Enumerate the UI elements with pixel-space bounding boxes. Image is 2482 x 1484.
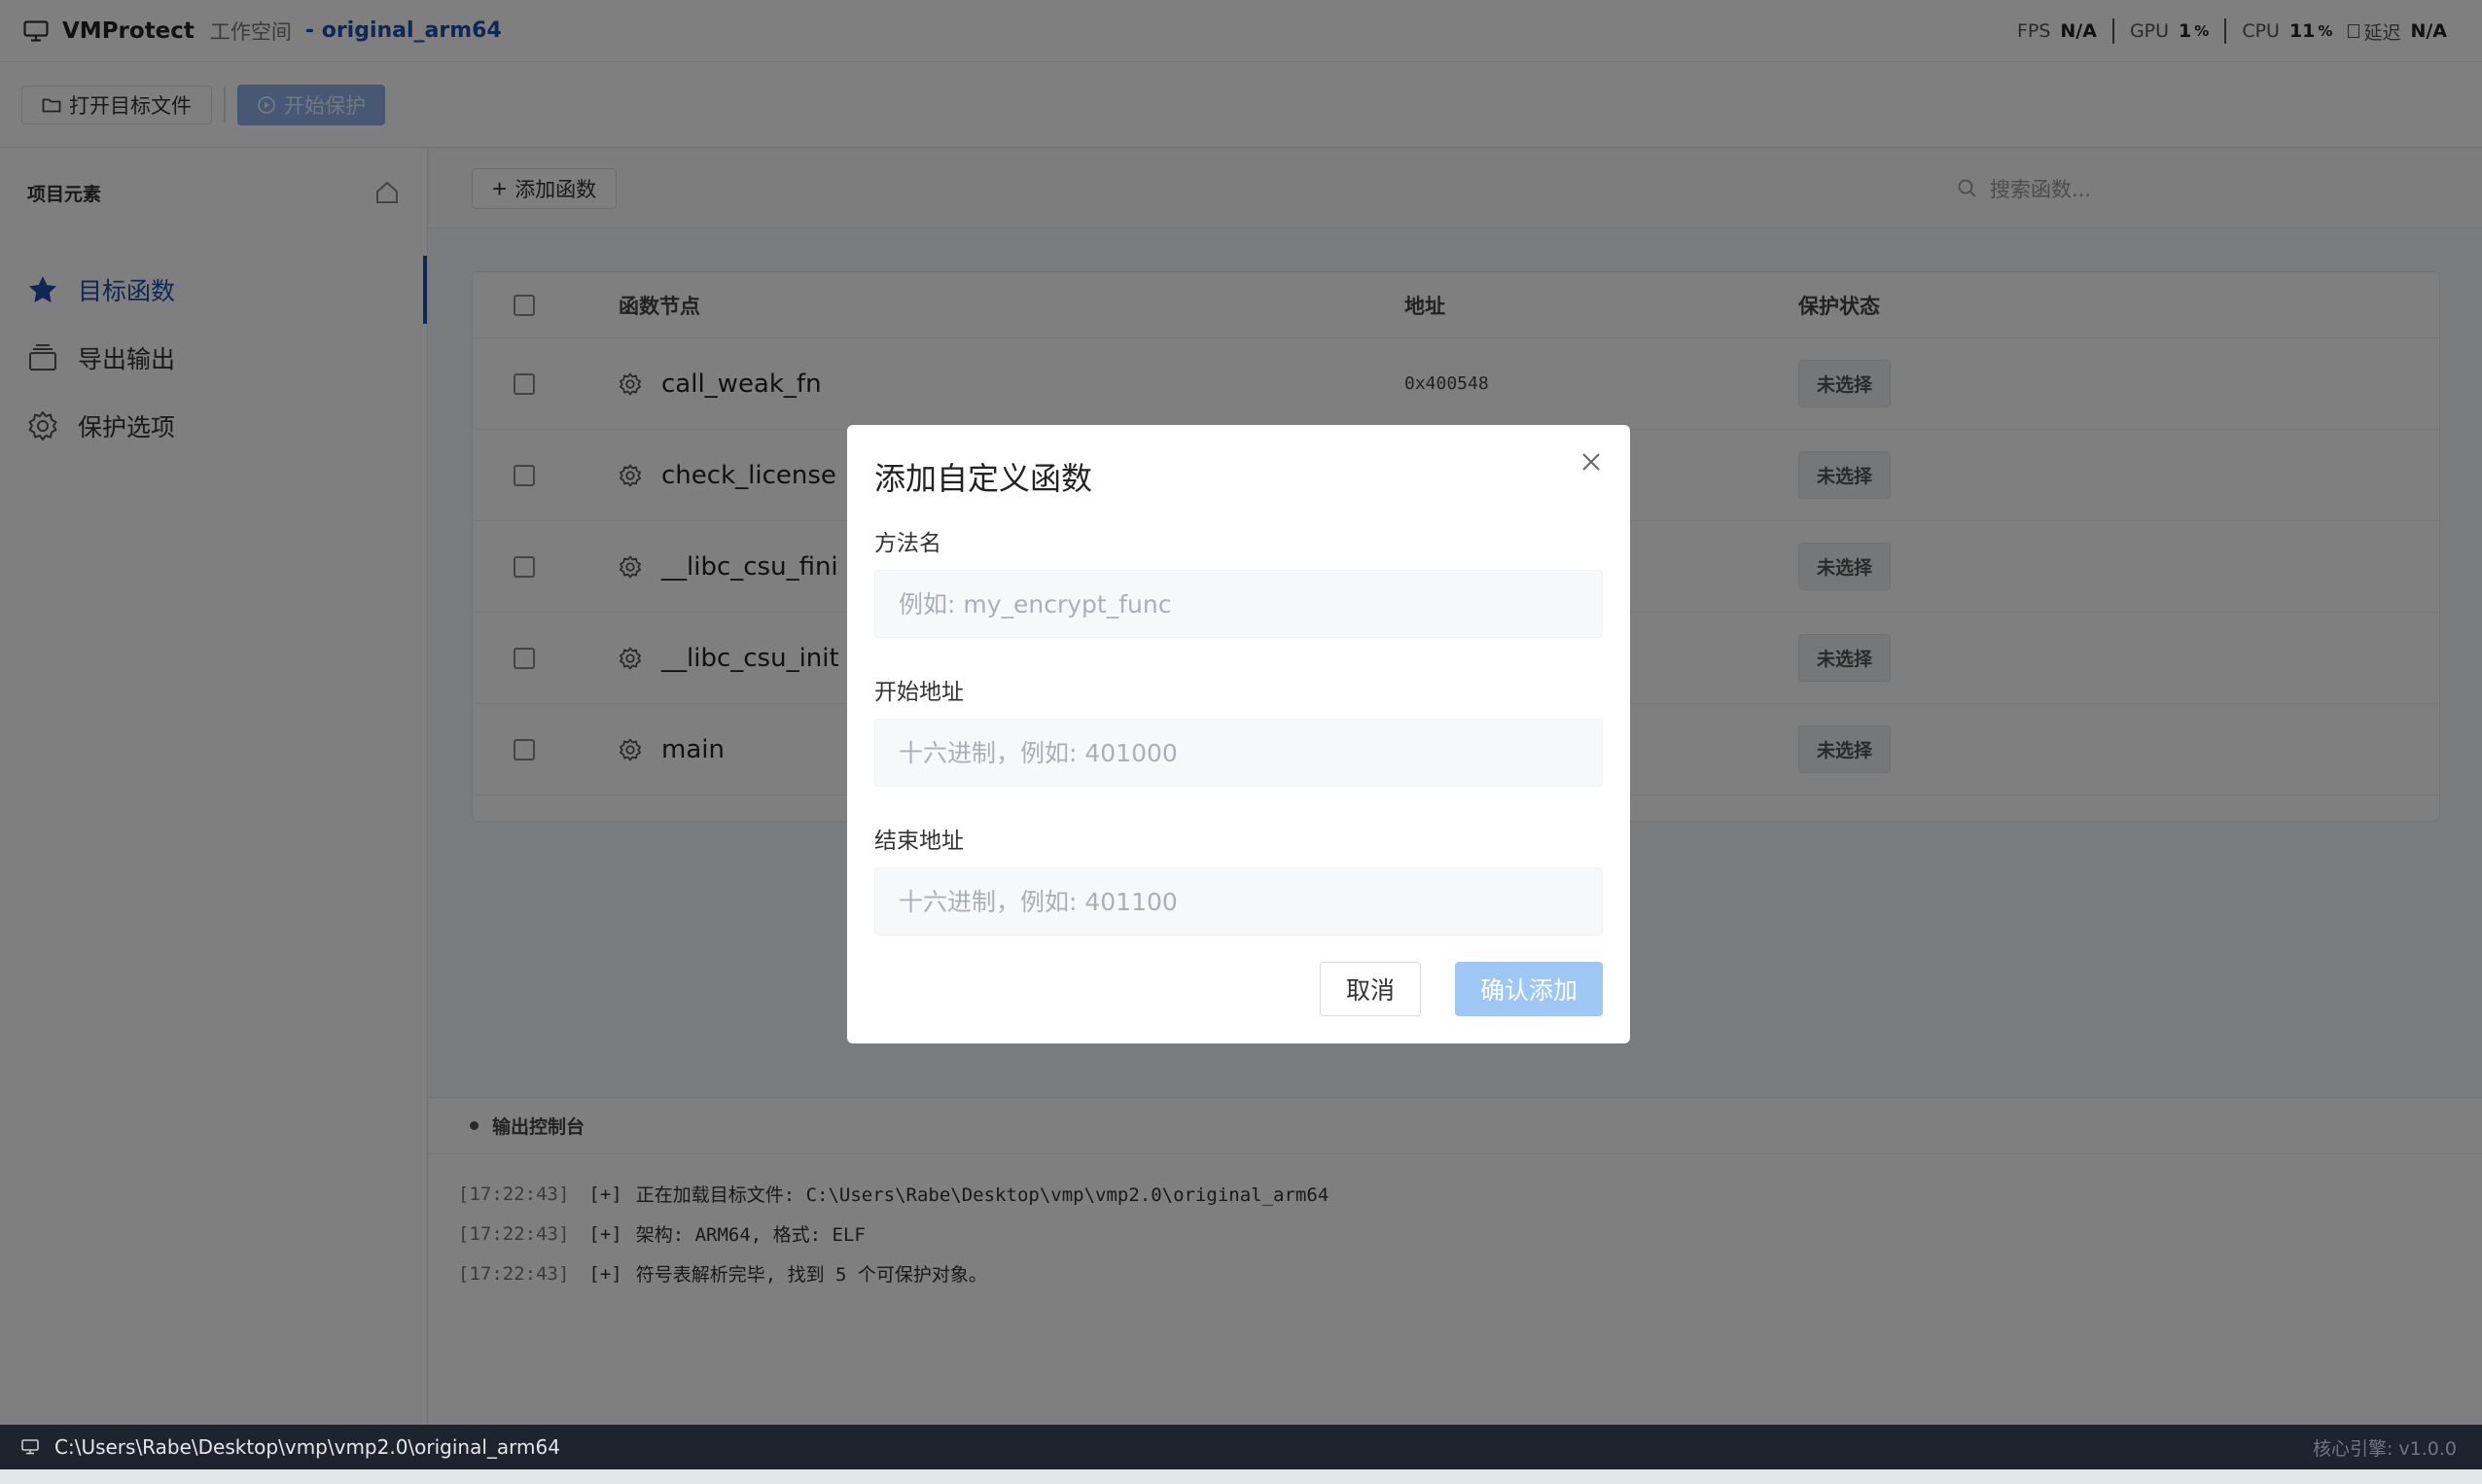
- close-icon[interactable]: [1579, 450, 1603, 474]
- start-address-label: 开始地址: [874, 680, 964, 705]
- bottom-strip: [0, 1469, 2482, 1484]
- add-custom-function-dialog: 添加自定义函数 方法名 开始地址 结束地址 取消 确认添加: [847, 425, 1630, 1043]
- start-address-input[interactable]: [874, 719, 1603, 787]
- cancel-button[interactable]: 取消: [1320, 962, 1421, 1016]
- dialog-title: 添加自定义函数: [874, 460, 1093, 497]
- file-path: C:\Users\Rabe\Desktop\vmp\vmp2.0\origina…: [54, 1435, 560, 1459]
- end-address-input[interactable]: [874, 867, 1603, 936]
- monitor-icon: [21, 1439, 39, 1455]
- method-name-label: 方法名: [874, 531, 941, 556]
- method-name-input[interactable]: [874, 570, 1603, 638]
- engine-version: 核心引擎: v1.0.0: [2312, 1437, 2457, 1460]
- confirm-add-button[interactable]: 确认添加: [1455, 962, 1603, 1016]
- status-bar: C:\Users\Rabe\Desktop\vmp\vmp2.0\origina…: [0, 1425, 2482, 1469]
- end-address-label: 结束地址: [874, 829, 964, 854]
